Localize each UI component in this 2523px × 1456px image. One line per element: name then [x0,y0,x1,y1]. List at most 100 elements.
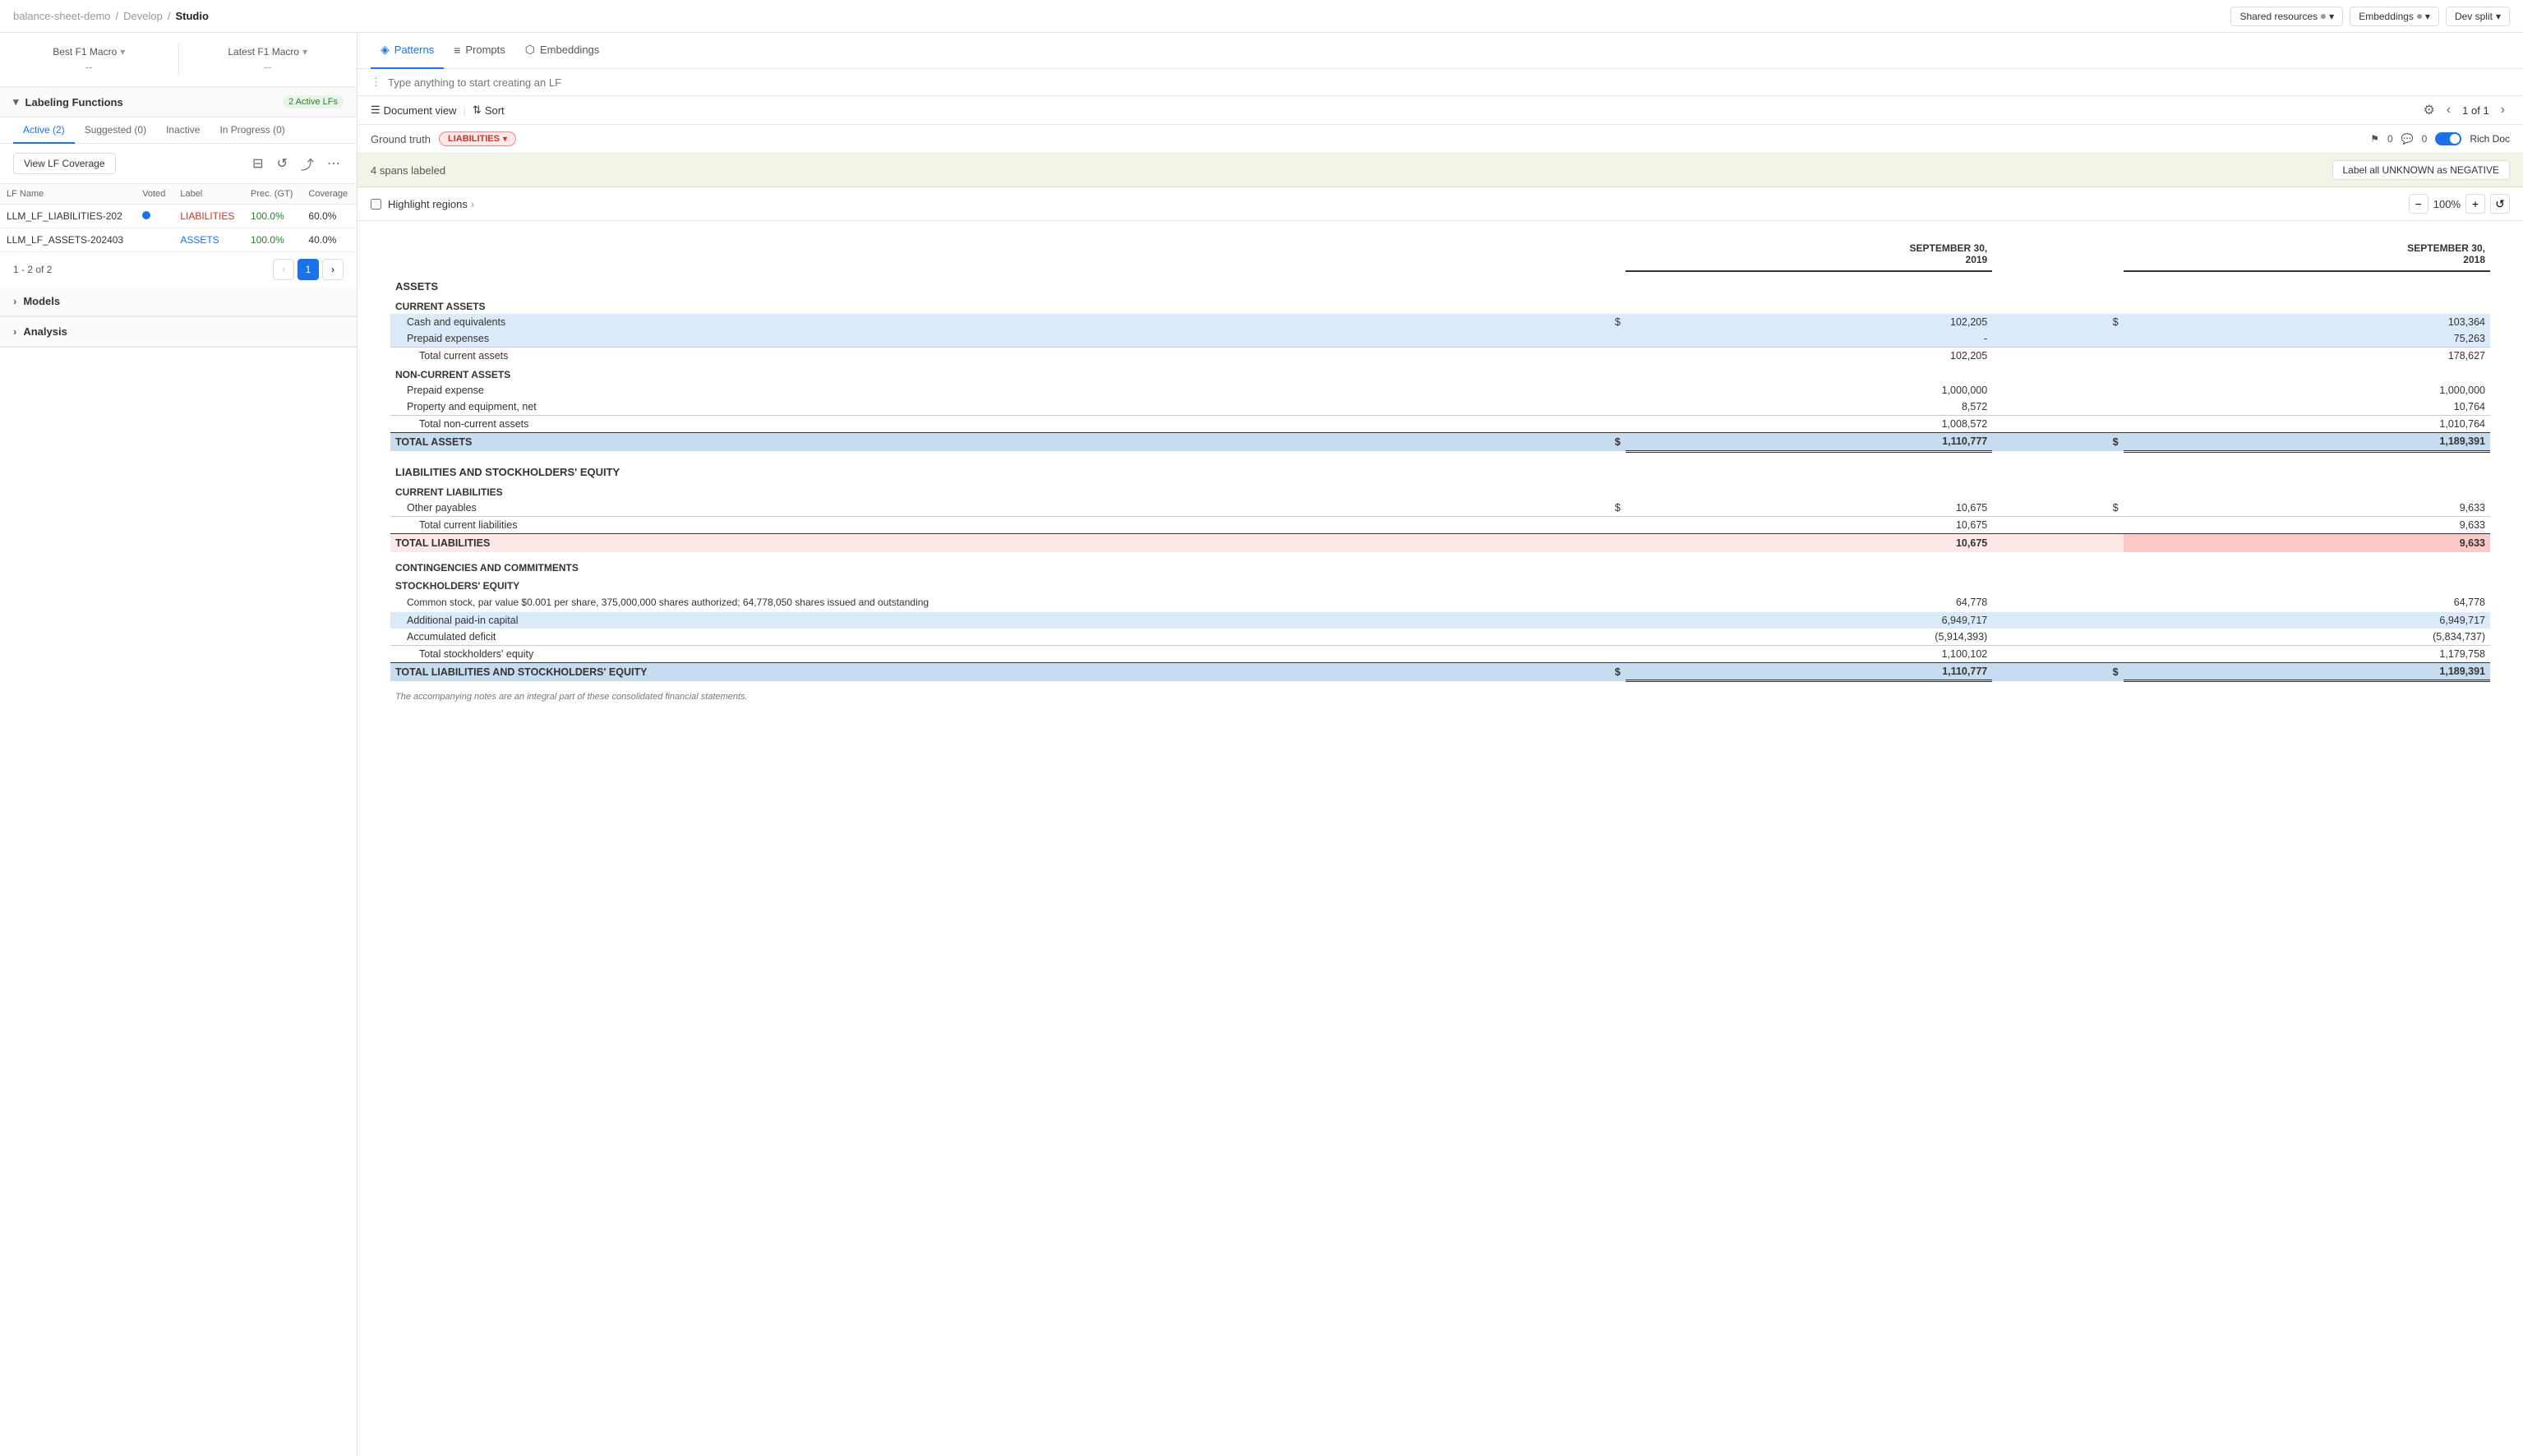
doc-toolbar: ☰ Document view | ⇅ Sort ⚙ ‹ 1 of 1 › [357,96,2523,125]
rich-doc-toggle[interactable] [2435,132,2461,145]
total-equity-label: Total stockholders' equity [390,645,1545,662]
page-current: 1 [2462,104,2468,117]
next-page-button[interactable]: › [322,259,344,280]
liab-equity-title: LIABILITIES AND STOCKHOLDERS' EQUITY [390,458,2490,481]
analysis-header[interactable]: › Analysis [0,317,357,347]
total-current-liab-row: Total current liabilities 10,675 9,633 [390,517,2490,534]
embeddings-button[interactable]: Embeddings ▾ [2350,7,2439,26]
zoom-in-button[interactable]: + [2465,194,2485,214]
tab-suggested[interactable]: Suggested (0) [75,117,156,144]
breadcrumb: balance-sheet-demo / Develop / Studio [13,10,209,22]
assets-title: ASSETS [390,271,2490,296]
breadcrumb-demo[interactable]: balance-sheet-demo [13,10,111,22]
label-negative-button[interactable]: Label all UNKNOWN as NEGATIVE [2332,160,2511,180]
accumulated-deficit-row: Accumulated deficit (5,914,393) (5,834,7… [390,629,2490,646]
tab-patterns[interactable]: ◈ Patterns [371,33,444,69]
tab-embeddings-label: Embeddings [540,44,599,56]
total-assets-label: TOTAL ASSETS [390,433,1545,452]
models-header[interactable]: › Models [0,287,357,316]
liab-equity-header: LIABILITIES AND STOCKHOLDERS' EQUITY [390,458,2490,481]
prompt-input[interactable] [388,76,2510,89]
property-label: Property and equipment, net [390,399,1545,416]
chevron-down-icon-3: ▾ [2496,11,2501,22]
topbar-right: Shared resources ▾ Embeddings ▾ Dev spli… [2230,7,2510,26]
flag-icon: ⚑ [2370,133,2379,145]
embeddings-dot [2417,14,2422,19]
filter-icon-btn[interactable]: ⊟ [249,152,266,175]
labeling-functions-header[interactable]: ▾ Labeling Functions 2 Active LFs [0,87,357,117]
prepaid-label: Prepaid expenses [390,330,1545,348]
page-buttons: ‹ 1 › [273,259,344,280]
dev-split-label: Dev split [2455,11,2493,22]
zoom-controls: − 100% + ↺ [2409,194,2510,214]
lf-table: LF Name Voted Label Prec. (GT) Coverage … [0,184,357,252]
prec-cell-0: 100.0% [244,205,302,228]
highlight-checkbox[interactable] [371,199,381,210]
balance-sheet-table: SEPTEMBER 30,2019 SEPTEMBER 30,2018 ASSE… [390,237,2490,705]
other-payables-sym2: $ [2043,500,2124,517]
prompt-menu-icon: ⋮ [371,76,381,89]
common-stock-row: Common stock, par value $0.001 per share… [390,593,2490,612]
tab-embeddings[interactable]: ⬡ Embeddings [515,33,610,69]
accumulated-deficit-label: Accumulated deficit [390,629,1545,646]
analysis-section: › Analysis [0,317,357,348]
property-v1: 8,572 [1626,399,1992,416]
prepaid-expense2-row: Prepaid expense 1,000,000 1,000,000 [390,382,2490,399]
other-payables-row: Other payables $ 10,675 $ 9,633 [390,500,2490,517]
prev-page-button[interactable]: ‹ [273,259,294,280]
labeling-functions-section: ▾ Labeling Functions 2 Active LFs Active… [0,87,357,287]
total-liab-v2: 9,633 [2124,534,2490,553]
contingencies-title: CONTINGENCIES AND COMMITMENTS [390,557,2490,575]
current-assets-header: CURRENT ASSETS [390,296,2490,314]
table-row[interactable]: LLM_LF_ASSETS-202403 ASSETS 100.0% 40.0% [0,228,357,252]
prepaid2-label: Prepaid expense [390,382,1545,399]
f1-row: Best F1 Macro ▾ -- Latest F1 Macro ▾ -- [0,33,357,87]
table-row[interactable]: LLM_LF_LIABILITIES-202 LIABILITIES 100.0… [0,205,357,228]
tab-inactive[interactable]: Inactive [156,117,210,144]
total-current-v2: 178,627 [2124,348,2490,365]
next-doc-button[interactable]: › [2496,101,2510,119]
current-liab-header: CURRENT LIABILITIES [390,481,2490,500]
total-non-current-row: Total non-current assets 1,008,572 1,010… [390,416,2490,433]
page-1-button[interactable]: 1 [298,259,319,280]
view-coverage-button[interactable]: View LF Coverage [13,153,116,174]
voted-cell-0 [136,205,173,228]
total-liab-equity-row: TOTAL LIABILITIES AND STOCKHOLDERS' EQUI… [390,662,2490,681]
apic-v1: 6,949,717 [1626,612,1992,629]
ground-truth-badge[interactable]: LIABILITIES ▾ [439,131,516,146]
tab-active[interactable]: Active (2) [13,117,75,144]
tab-in-progress[interactable]: In Progress (0) [210,117,294,144]
accumulated-deficit-v2: (5,834,737) [2124,629,2490,646]
main-layout: Best F1 Macro ▾ -- Latest F1 Macro ▾ -- … [0,33,2523,1456]
page-of: of [2471,104,2480,117]
total-liab-v1: 10,675 [1626,534,1992,553]
shared-resources-label: Shared resources [2239,11,2318,22]
total-liab-equity-v1: 1,110,777 [1626,662,1992,681]
stockholders-title: STOCKHOLDERS' EQUITY [390,575,2490,593]
highlight-chevron-icon: › [471,198,474,210]
lf-toolbar: View LF Coverage ⊟ ↺ ⤴ ⋯ [0,144,357,184]
breadcrumb-develop[interactable]: Develop [123,10,163,22]
ground-truth-row: Ground truth LIABILITIES ▾ ⚑ 0 💬 0 Rich … [357,125,2523,154]
prev-doc-button[interactable]: ‹ [2442,101,2456,119]
sort-button[interactable]: ⇅ Sort [473,104,505,117]
chevron-down-icon-5: ▾ [302,46,307,58]
total-current-liab-v2: 9,633 [2124,517,2490,534]
col-coverage: Coverage [302,184,357,205]
zoom-out-button[interactable]: − [2409,194,2428,214]
ground-truth-label: Ground truth [371,133,431,145]
settings-icon[interactable]: ⚙ [2423,102,2434,118]
refresh-view-button[interactable]: ↺ [2490,194,2510,214]
total-assets-v2: 1,189,391 [2124,433,2490,452]
dev-split-button[interactable]: Dev split ▾ [2446,7,2510,26]
doc-content: SEPTEMBER 30,2019 SEPTEMBER 30,2018 ASSE… [357,221,2523,1456]
more-icon-btn[interactable]: ⋯ [324,152,344,175]
lf-name-0: LLM_LF_LIABILITIES-202 [0,205,136,228]
refresh-icon-btn[interactable]: ↺ [274,152,291,175]
topbar: balance-sheet-demo / Develop / Studio Sh… [0,0,2523,33]
tab-prompts[interactable]: ≡ Prompts [444,33,515,69]
prepaid2-v2: 1,000,000 [2124,382,2490,399]
shared-resources-button[interactable]: Shared resources ▾ [2230,7,2343,26]
export-icon-btn[interactable]: ⤴ [298,150,317,177]
document-view-button[interactable]: ☰ Document view [371,104,457,117]
